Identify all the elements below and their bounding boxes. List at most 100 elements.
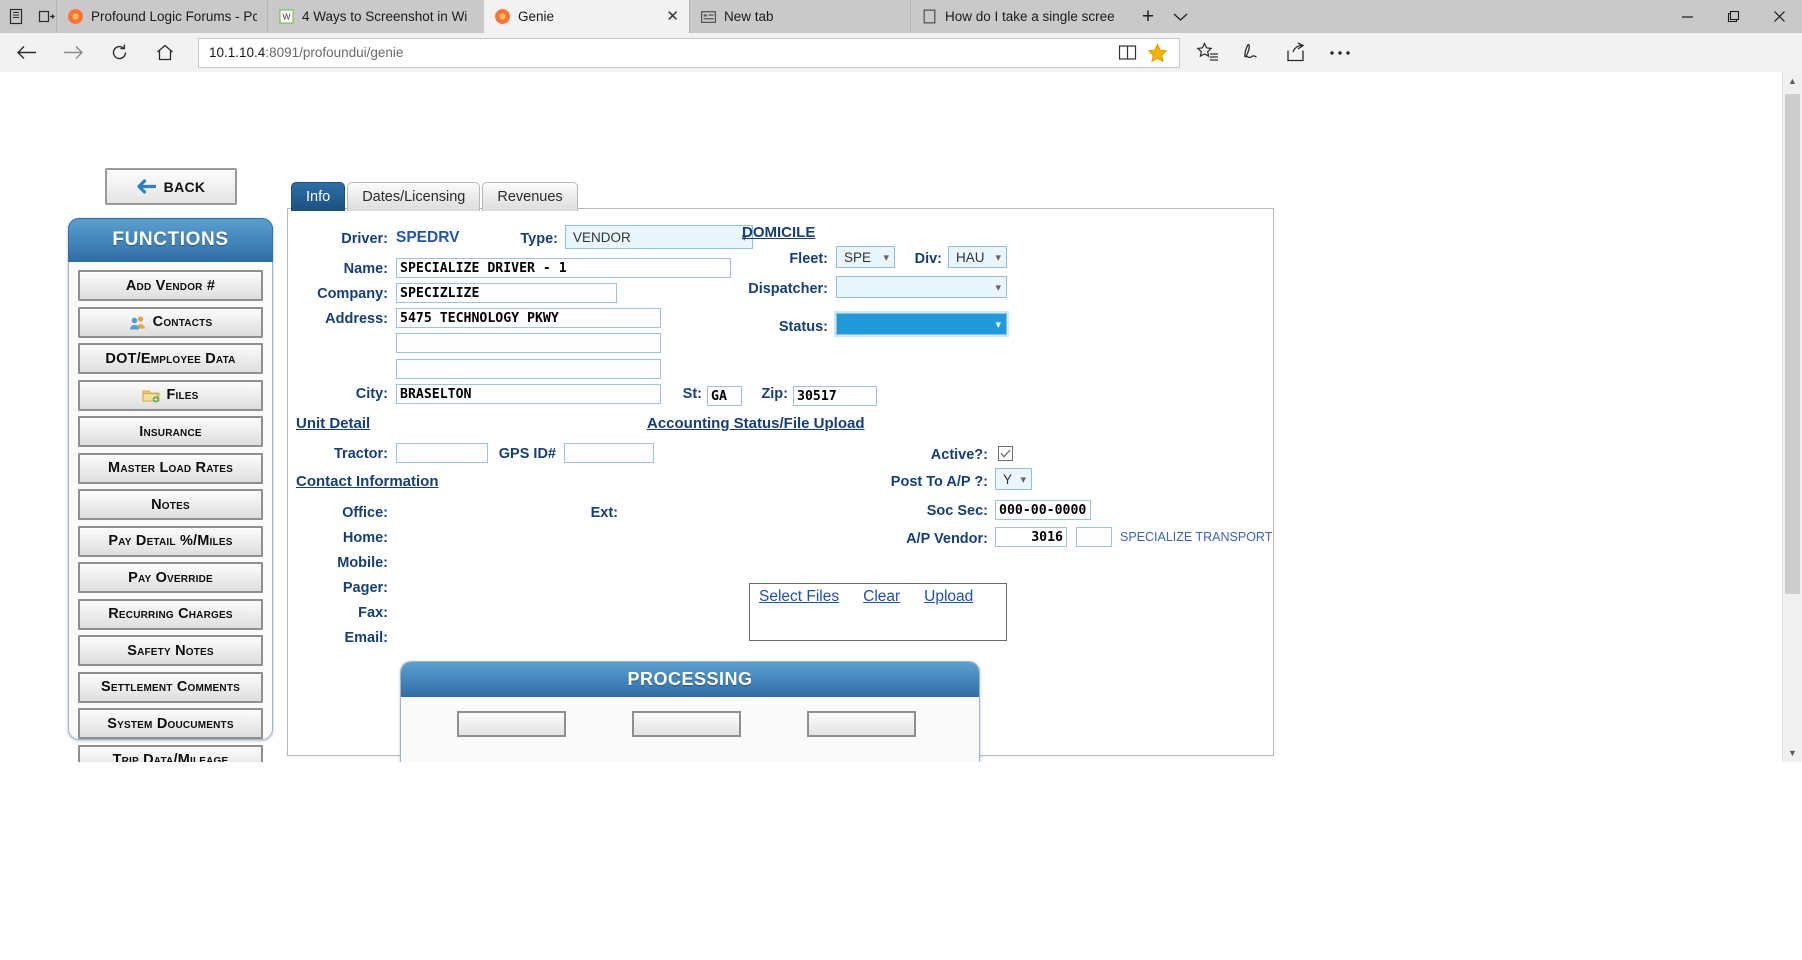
tab-label: Dates/Licensing [362,189,466,205]
navbar-right-icons [1186,33,1362,72]
fn-notes-button[interactable]: Notes [78,489,263,520]
name-input[interactable]: SPECIALIZE DRIVER - 1 [396,258,731,278]
processing-button-0[interactable] [457,711,566,737]
more-ellipsis-icon[interactable] [1318,33,1362,72]
scroll-down-icon[interactable]: ▼ [1783,744,1802,762]
processing-button-1[interactable] [632,711,741,737]
soc-sec-value: 000-00-0000 [999,503,1087,518]
page-scrollbar-vertical[interactable]: ▲ ▼ [1782,72,1802,762]
browser-tab-0[interactable]: Profound Logic Forums - Pc [56,0,267,33]
processing-button-2[interactable] [807,711,916,737]
scrollbar-thumb[interactable] [1785,94,1800,594]
form-tabs: Info Dates/Licensing Revenues [291,182,578,211]
address-line1-input[interactable]: 5475 TECHNOLOGY PKWY [396,308,661,328]
dispatcher-select[interactable]: ▾ [836,276,1007,298]
contacts-icon [129,315,145,329]
fn-safety-notes-button[interactable]: Safety Notes [78,635,263,666]
set-tabs-aside-icon[interactable] [36,7,56,27]
close-icon[interactable]: ✕ [660,9,679,24]
fn-pay-override-button[interactable]: Pay Override [78,562,263,593]
upload-link[interactable]: Upload [924,588,973,606]
new-tab-button[interactable]: + [1131,0,1165,33]
type-label: Type: [520,231,558,247]
fn-recurring-charges-button[interactable]: Recurring Charges [78,598,263,630]
fn-files-button[interactable]: Files [78,379,263,411]
address-line3-input[interactable] [396,359,661,379]
active-label: Active?: [930,447,988,463]
forward-nav-icon[interactable] [50,33,96,72]
home-icon[interactable] [142,33,188,72]
post-to-ap-select[interactable]: Y ▾ [995,468,1032,490]
active-checkbox[interactable] [998,446,1013,461]
maximize-button[interactable] [1710,0,1756,33]
tractor-input[interactable] [396,443,488,463]
gps-id-input[interactable] [564,443,654,463]
browser-navbar: 10.1.10.4:8091/profoundui/genie [0,33,1802,72]
fn-label: Contacts [152,314,213,330]
chevron-down-icon: ▾ [995,251,1001,264]
browser-tab-label: Genie [518,9,555,24]
div-select[interactable]: HAU ▾ [948,246,1007,268]
state-input[interactable]: GA [707,386,742,406]
fleet-select[interactable]: SPE ▾ [836,246,895,268]
close-button[interactable] [1756,0,1802,33]
favorites-star-icon[interactable] [1145,41,1169,65]
browser-tab-1[interactable]: W 4 Ways to Screenshot in Wi [267,0,483,33]
fn-settlement-comments-button[interactable]: Settlement Comments [78,671,263,703]
fn-dot-employee-data-button[interactable]: DOT/Employee Data [78,343,263,374]
address-line2-input[interactable] [396,333,661,353]
zip-input[interactable]: 30517 [793,386,877,406]
state-label: St: [682,386,702,402]
favorites-hub-icon[interactable] [1186,33,1230,72]
back-button[interactable]: BACK [105,168,237,205]
status-select[interactable]: ▾ [834,311,1009,337]
company-input[interactable]: SPECIZLIZE [396,283,617,303]
fn-contacts-button[interactable]: Contacts [78,306,263,338]
zip-label: Zip: [761,386,788,402]
minimize-button[interactable] [1664,0,1710,33]
type-select[interactable]: VENDOR ▾ [565,225,753,249]
fn-add-vendor-button[interactable]: Add Vendor # [78,270,263,301]
browser-tab-label: How do I take a single scree [945,9,1115,24]
reading-view-icon[interactable] [1115,41,1139,65]
scroll-up-icon[interactable]: ▲ [1783,72,1802,90]
select-files-link[interactable]: Select Files [759,588,839,606]
fn-label: Pay Detail %/Miles [108,533,233,549]
fn-master-load-rates-button[interactable]: Master Load Rates [78,452,263,484]
fn-system-documents-button[interactable]: System Doucuments [78,708,263,739]
name-input-value: SPECIALIZE DRIVER - 1 [400,261,567,276]
company-input-value: SPECIZLIZE [400,286,480,301]
fleet-select-value: SPE [844,249,872,265]
back-nav-icon[interactable] [4,33,50,72]
type-select-value: VENDOR [573,229,631,245]
notes-pen-icon[interactable] [1230,33,1274,72]
chevron-down-icon[interactable] [1165,0,1195,33]
share-icon[interactable] [1274,33,1318,72]
browser-tab-2[interactable]: Genie ✕ [483,0,689,33]
tab-revenues[interactable]: Revenues [482,182,578,211]
fn-insurance-button[interactable]: Insurance [78,416,263,447]
browser-tab-label: New tab [724,9,774,24]
fn-pay-detail-button[interactable]: Pay Detail %/Miles [78,525,263,557]
browser-tab-3[interactable]: New tab [689,0,910,33]
fn-trip-data-mileage-button[interactable]: Trip Data/Mileage [78,744,263,762]
clear-link[interactable]: Clear [863,588,900,606]
soc-sec-input[interactable]: 000-00-0000 [995,500,1091,520]
post-to-ap-value: Y [1003,471,1013,487]
tab-info[interactable]: Info [291,182,346,211]
url-host: 10.1.10.4 [209,45,266,60]
home-label: Home: [342,530,388,546]
fn-label: Files [166,387,199,403]
tab-dates-licensing[interactable]: Dates/Licensing [347,182,481,211]
city-input[interactable]: BRASELTON [396,384,661,404]
address-bar[interactable]: 10.1.10.4:8091/profoundui/genie [198,37,1180,68]
zip-input-value: 30517 [797,389,837,404]
browser-tab-4[interactable]: How do I take a single scree [910,0,1131,33]
name-label: Name: [343,261,388,277]
reload-icon[interactable] [96,33,142,72]
ap-vendor-secondary-input[interactable] [1076,527,1112,547]
fn-label: Trip Data/Mileage [112,752,229,762]
ap-vendor-input[interactable]: 3016 [995,527,1067,547]
tab-preview-icon[interactable] [6,7,26,27]
folder-icon [143,390,160,402]
